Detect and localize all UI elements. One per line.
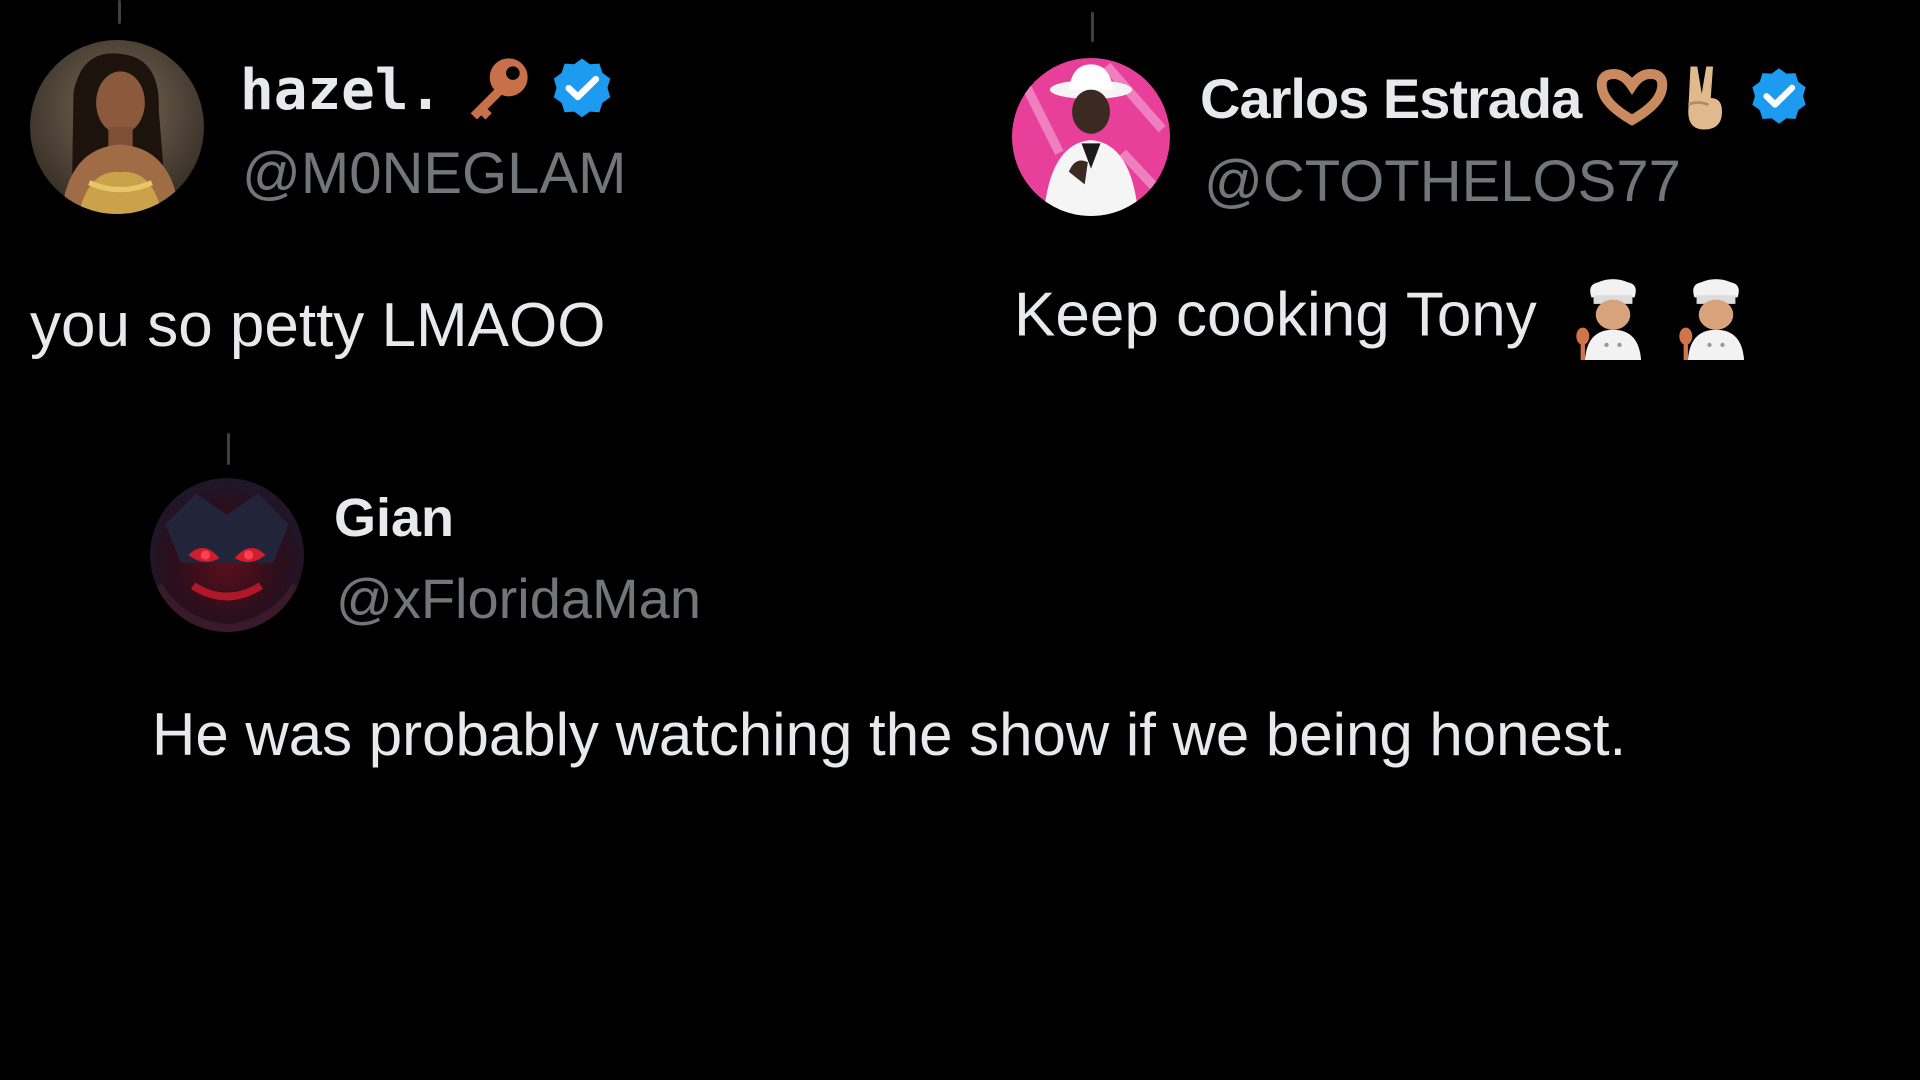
cook-emoji bbox=[1574, 278, 1652, 360]
display-name[interactable]: Gian bbox=[334, 487, 454, 549]
thread-connector-line bbox=[1091, 12, 1094, 42]
avatar-hazel[interactable] bbox=[30, 40, 204, 214]
reply-tweet-carlos[interactable]: Carlos Estrada @CTOTHELOS77 Keep cooking… bbox=[1012, 58, 1912, 398]
display-name[interactable]: hazel. bbox=[240, 58, 442, 123]
tweet-text: you so petty LMAOO bbox=[30, 291, 606, 360]
reply-tweet-hazel[interactable]: hazel. @M0NEGLAM you so petty LMAOO bbox=[30, 40, 930, 380]
thread-connector-line bbox=[118, 0, 121, 24]
avatar-gian[interactable] bbox=[150, 478, 304, 632]
cook-emoji bbox=[1677, 278, 1755, 360]
heart-hands-emoji bbox=[1595, 68, 1669, 128]
user-handle[interactable]: @xFloridaMan bbox=[336, 566, 701, 631]
avatar-image bbox=[30, 40, 204, 214]
display-name[interactable]: Carlos Estrada bbox=[1200, 66, 1582, 131]
key-emoji bbox=[458, 52, 534, 128]
name-row: Carlos Estrada bbox=[1200, 66, 1813, 131]
avatar-image bbox=[1012, 58, 1170, 216]
name-row: Gian bbox=[334, 488, 454, 548]
avatar-image bbox=[150, 478, 304, 632]
tweet-text: Keep cooking Tony bbox=[1014, 280, 1537, 350]
user-handle[interactable]: @CTOTHELOS77 bbox=[1204, 148, 1681, 215]
verified-badge-icon bbox=[1745, 64, 1813, 132]
user-handle[interactable]: @M0NEGLAM bbox=[242, 140, 626, 207]
reply-tweet-gian[interactable]: Gian @xFloridaMan He was probably watchi… bbox=[150, 478, 1850, 798]
verified-badge-icon bbox=[546, 54, 618, 126]
avatar-carlos[interactable] bbox=[1012, 58, 1170, 216]
name-row: hazel. bbox=[240, 58, 618, 123]
tweet-text: He was probably watching the show if we … bbox=[152, 701, 1627, 768]
tweet-text-row: Keep cooking Tony bbox=[1014, 278, 1755, 360]
thread-connector-line bbox=[227, 433, 230, 465]
victory-hand-emoji bbox=[1677, 62, 1731, 134]
